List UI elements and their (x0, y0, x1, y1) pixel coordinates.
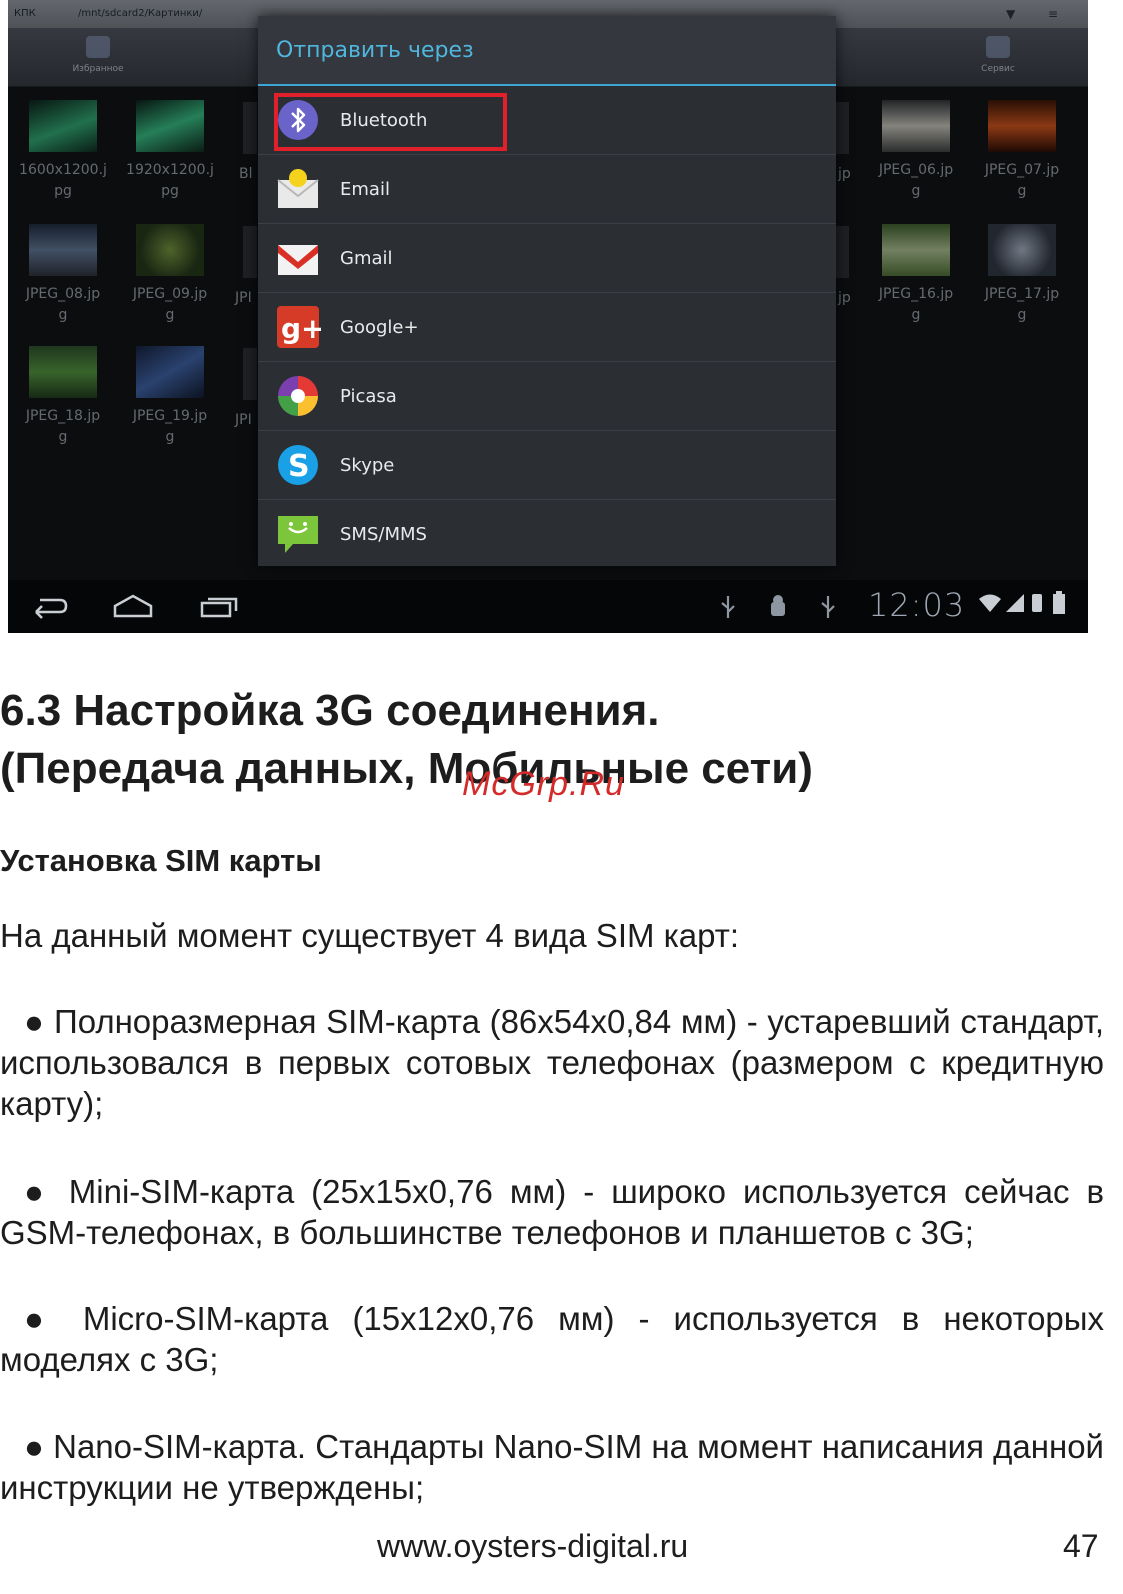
picasa-icon (274, 372, 322, 420)
share-option-label: SMS/MMS (340, 523, 427, 545)
share-option-gmail[interactable]: Gmail (258, 224, 836, 293)
bullet-item: ● Micro-SIM-карта (15x12x0,76 мм) - испо… (0, 1300, 1104, 1378)
usb-icon (818, 594, 838, 625)
battery-icon (1052, 591, 1066, 620)
svg-text:g+: g+ (281, 312, 321, 345)
share-option-label: Skype (340, 454, 395, 476)
bluetooth-highlight-frame (274, 93, 507, 151)
google-plus-icon: g+ (274, 303, 322, 351)
intro-paragraph: На данный момент существует 4 вида SIM к… (0, 917, 740, 954)
system-navbar: 12:03 (8, 580, 1088, 633)
bullet-item: ● Mini-SIM-карта (25x15x0,76 мм) - широк… (0, 1173, 1104, 1251)
page-number: 47 (1063, 1528, 1099, 1564)
section-heading-line1: 6.3 Настройка 3G соединения. (0, 686, 660, 735)
wifi-icon (978, 592, 1002, 619)
dialog-title: Отправить через (258, 16, 836, 86)
subheading: Установка SIM карты (0, 843, 322, 878)
share-option-sms-mms[interactable]: SMS/MMS (258, 500, 836, 568)
skype-icon: S (274, 441, 322, 489)
recent-apps-icon[interactable] (198, 592, 240, 625)
share-option-picasa[interactable]: Picasa (258, 362, 836, 431)
svg-text:S: S (288, 449, 310, 484)
watermark: McGrp.Ru (462, 765, 625, 803)
signal-icon (1004, 592, 1026, 619)
share-option-skype[interactable]: S Skype (258, 431, 836, 500)
sim-icon (1030, 592, 1044, 619)
share-option-label: Gmail (340, 247, 393, 269)
bullet-item: ● Nano-SIM-карта. Стандарты Nano-SIM на … (0, 1428, 1104, 1506)
share-option-email[interactable]: Email (258, 155, 836, 224)
share-option-google-plus[interactable]: g+ Google+ (258, 293, 836, 362)
home-icon[interactable] (112, 592, 154, 625)
footer-url: www.oysters-digital.ru (377, 1528, 689, 1564)
share-option-label: Google+ (340, 316, 419, 338)
share-option-label: Picasa (340, 385, 397, 407)
back-icon[interactable] (30, 592, 70, 625)
android-debug-icon (766, 594, 790, 625)
share-option-label: Email (340, 178, 390, 200)
bullet-item: ● Полноразмерная SIM-карта (86x54x0,84 м… (0, 1003, 1104, 1122)
sms-icon (274, 510, 322, 558)
status-clock: 12:03 (868, 586, 966, 624)
tablet-screenshot: КПК /mnt/sdcard2/Картинки/ ▼ ≡ Избранное… (8, 0, 1088, 633)
gmail-icon (274, 234, 322, 282)
usb-icon (718, 594, 738, 625)
email-icon (274, 165, 322, 213)
